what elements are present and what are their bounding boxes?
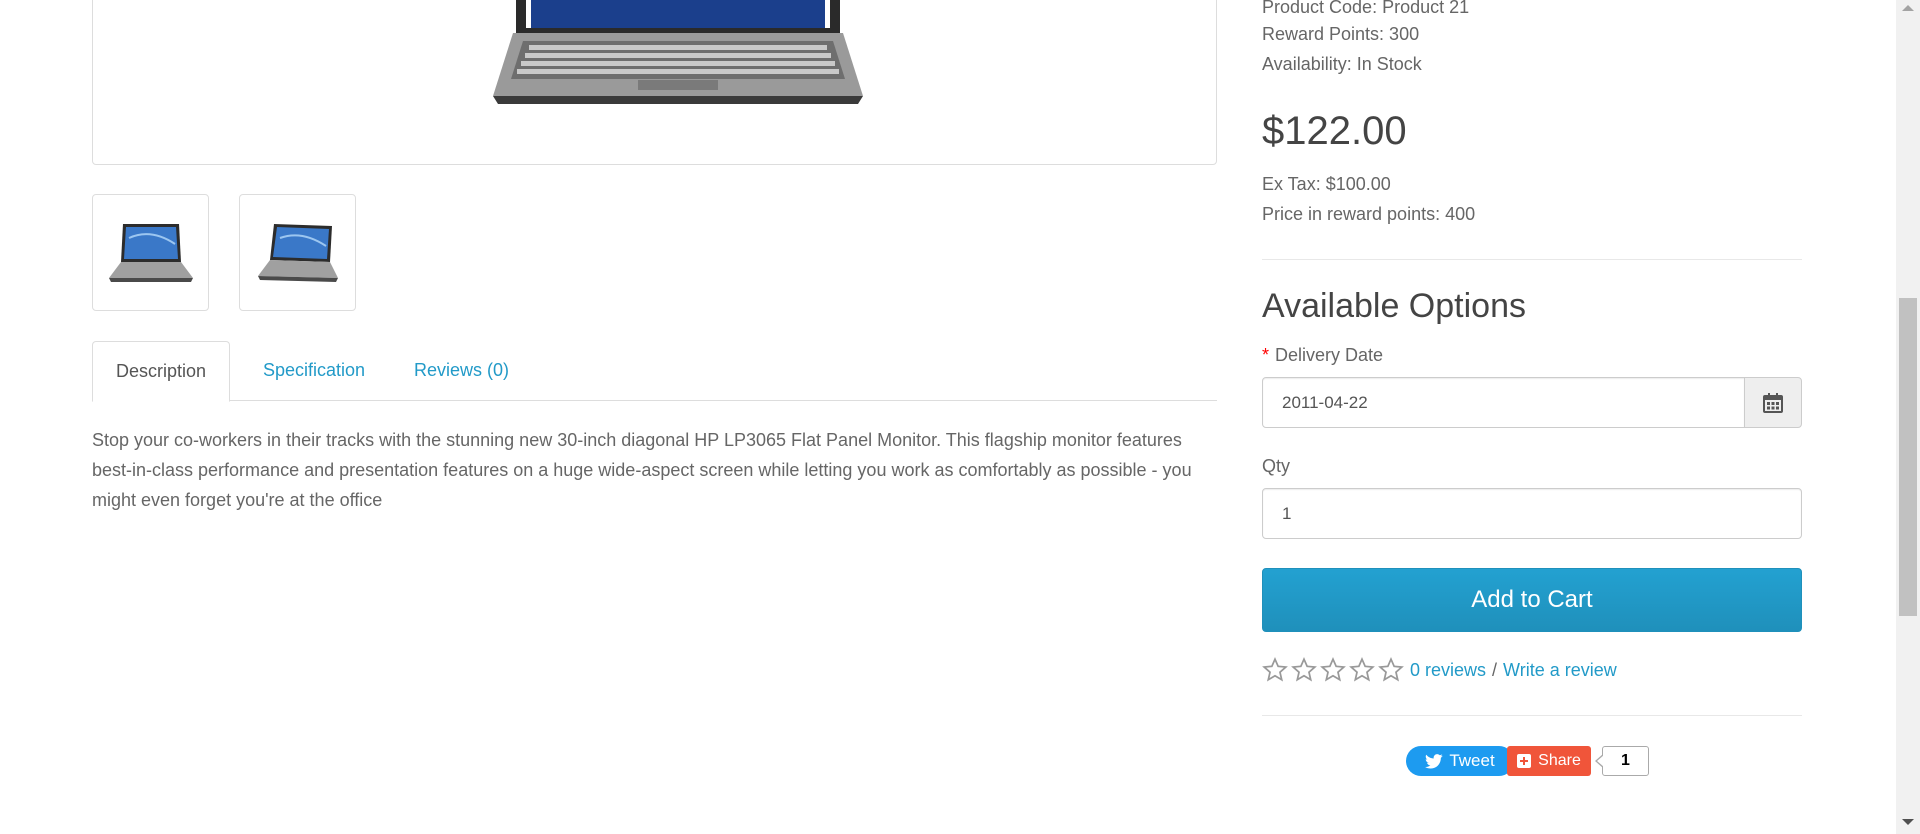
divider (1262, 715, 1802, 716)
tweet-label: Tweet (1449, 751, 1495, 770)
delivery-date-input[interactable]: 2011-04-22 (1262, 377, 1745, 428)
reviews-separator: / (1492, 659, 1498, 680)
rating-row: 0 reviews / Write a review (1262, 657, 1617, 683)
tab-reviews[interactable]: Reviews (0) (391, 341, 532, 399)
add-to-cart-button[interactable]: Add to Cart (1262, 568, 1802, 632)
ex-tax-price: Ex Tax: $100.00 (1262, 174, 1391, 194)
qty-input[interactable]: 1 (1262, 488, 1802, 539)
share-count-pointer-inner (1597, 755, 1604, 767)
calendar-icon (1763, 392, 1783, 413)
thumbnail-1[interactable] (92, 194, 209, 311)
star-outline-icon (1378, 657, 1404, 682)
laptop-thumbnail-image (257, 223, 338, 282)
thumbnail-2[interactable] (239, 194, 356, 311)
available-options-title: Available Options (1262, 287, 1526, 325)
star-outline-icon (1291, 657, 1317, 682)
tab-description[interactable]: Description (92, 341, 231, 402)
share-label: Share (1538, 752, 1581, 769)
scrollbar-thumb[interactable] (1899, 298, 1917, 616)
reward-points-price: Price in reward points: 400 (1262, 204, 1476, 224)
twitter-bird-icon (1425, 753, 1444, 769)
star-outline-icon (1349, 657, 1375, 682)
reward-points: Reward Points: 300 (1262, 24, 1420, 44)
product-tabs: Description Specification Reviews (0) (92, 341, 1217, 402)
qty-label: Qty (1262, 456, 1291, 476)
product-main-image[interactable] (92, 0, 1217, 165)
scroll-up-icon[interactable] (1902, 5, 1914, 11)
star-outline-icon (1320, 657, 1346, 682)
tab-specification[interactable]: Specification (240, 341, 388, 399)
write-review-link[interactable]: Write a review (1503, 660, 1617, 681)
availability: Availability: In Stock (1262, 54, 1422, 74)
product-price: $122.00 (1262, 109, 1407, 153)
laptop-image (493, 0, 863, 104)
divider (1262, 259, 1802, 260)
tweet-button[interactable]: Tweet (1406, 746, 1514, 776)
star-outline-icon (1262, 657, 1288, 682)
delivery-date-label-text: Delivery Date (1275, 345, 1384, 365)
delivery-date-label: * Delivery Date (1262, 343, 1802, 367)
share-count: 1 (1602, 746, 1649, 776)
product-description: Stop your co-workers in their tracks wit… (92, 430, 1192, 510)
laptop-thumbnail-image (108, 223, 193, 282)
scroll-down-icon[interactable] (1902, 819, 1914, 825)
plus-square-icon (1517, 754, 1532, 768)
required-marker: * (1262, 345, 1270, 365)
share-button[interactable]: Share (1507, 746, 1591, 776)
calendar-button[interactable] (1744, 377, 1802, 428)
reviews-count-link[interactable]: 0 reviews (1410, 660, 1486, 681)
